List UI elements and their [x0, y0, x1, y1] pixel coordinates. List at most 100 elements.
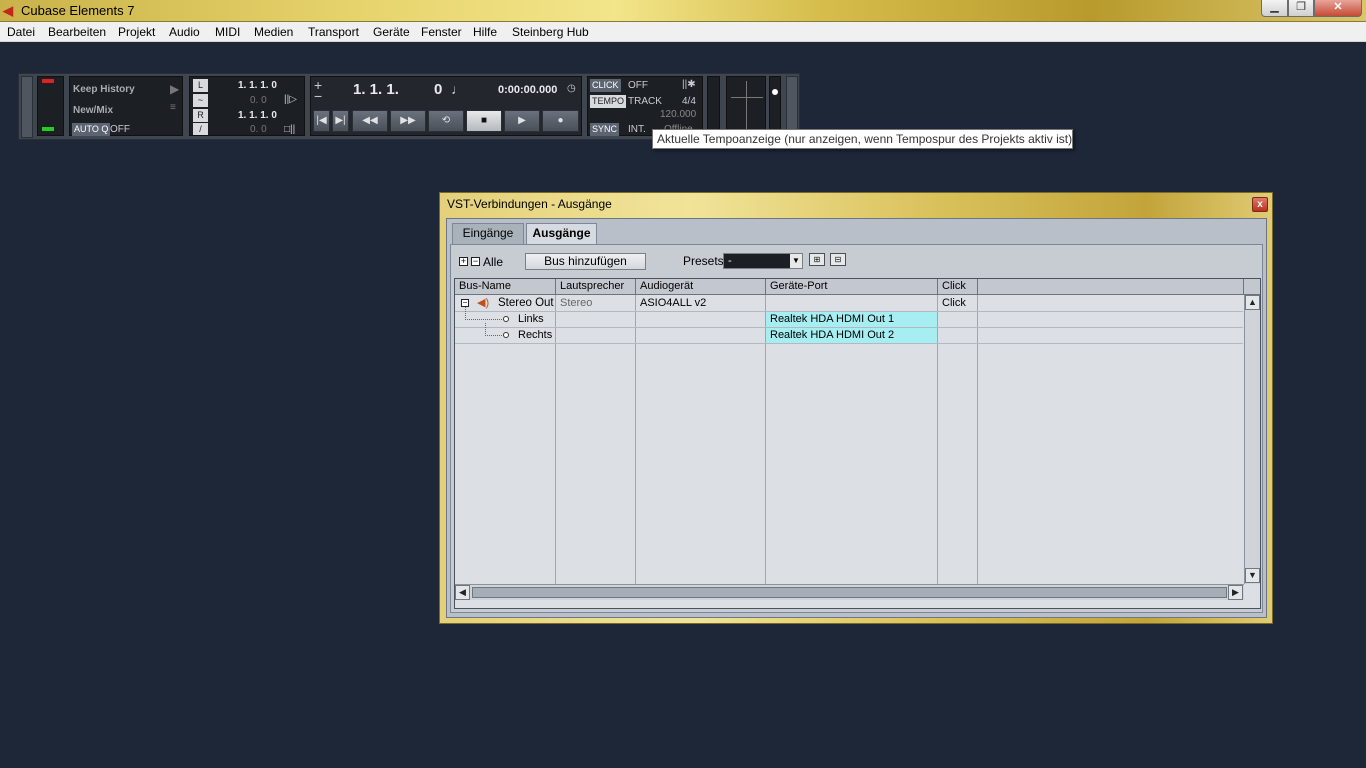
tab-ausgaenge[interactable]: Ausgänge [526, 223, 597, 244]
all-label: Alle [483, 255, 504, 269]
scroll-down-icon[interactable]: ▼ [1245, 568, 1260, 583]
table-row-rechts[interactable]: Rechts Realtek HDA HDMI Out 2 [455, 323, 1243, 344]
jog-display[interactable] [726, 76, 766, 136]
tab-panel-ausgaenge: + − Alle Bus hinzufügen Presets - ▼ ⊞ ⊟ … [450, 244, 1263, 613]
jog-crosshair-horizontal [731, 97, 763, 98]
expand-all-icon[interactable]: + [459, 257, 468, 266]
click-cell[interactable]: Click [938, 296, 977, 311]
channel-name-cell[interactable]: Rechts [514, 328, 556, 343]
tree-connector [485, 323, 502, 336]
chevron-down-icon[interactable]: ▼ [790, 254, 802, 268]
port-cell[interactable]: Realtek HDA HDMI Out 2 [766, 328, 937, 343]
collapse-all-icon[interactable]: − [471, 257, 480, 266]
presets-select[interactable]: - ▼ [723, 253, 803, 269]
tab-eingaenge[interactable]: Eingänge [452, 223, 524, 244]
tempo-label[interactable]: TEMPO [590, 95, 627, 108]
position-ticks[interactable]: 0 [434, 81, 442, 98]
new-mix-label[interactable]: New/Mix [73, 105, 113, 116]
note-icon[interactable]: ♩ [451, 81, 465, 97]
keep-history-label[interactable]: Keep History [73, 84, 135, 95]
level-meter [37, 76, 64, 136]
port-cell[interactable] [766, 296, 937, 311]
cycle-button[interactable]: ⟲ [428, 110, 464, 132]
minimize-button[interactable]: ▁ [1261, 0, 1288, 17]
bus-name-cell[interactable]: Stereo Out [494, 296, 556, 311]
post-roll-icon[interactable]: □|| [284, 124, 295, 135]
speaker-cell [556, 312, 635, 327]
column-click[interactable]: Click [938, 279, 978, 295]
auto-q-value: OFF [110, 124, 130, 135]
column-geraete-port[interactable]: Geräte-Port [766, 279, 938, 295]
sync-label[interactable]: SYNC [590, 123, 620, 136]
click-label[interactable]: CLICK [590, 79, 621, 92]
nudge-minus[interactable]: − [314, 88, 322, 104]
menu-transport[interactable]: Transport [308, 25, 359, 39]
go-to-start-button[interactable]: |◀ [313, 110, 330, 132]
column-empty [978, 279, 1244, 295]
save-preset-icon[interactable]: ⊞ [809, 253, 825, 266]
left-locator-value[interactable]: 1. 1. 1. 0 [238, 80, 277, 91]
click-settings-icon[interactable]: ||✱ [682, 79, 696, 90]
tempo-mode: TRACK [628, 96, 662, 107]
left-locator-icon[interactable]: L [193, 79, 208, 92]
column-lautsprecher[interactable]: Lautsprecher [556, 279, 636, 295]
column-bus-name[interactable]: Bus-Name [455, 279, 556, 295]
scroll-right-icon[interactable]: ▶ [1228, 585, 1243, 600]
fast-forward-button[interactable]: ▶▶ [390, 110, 426, 132]
menu-datei[interactable]: Datei [7, 25, 35, 39]
menu-steinberg-hub[interactable]: Steinberg Hub [512, 25, 589, 39]
play-small-icon: ▶ [170, 82, 180, 96]
punch-in-icon[interactable]: ~ [193, 94, 208, 107]
rewind-button[interactable]: ◀◀ [352, 110, 388, 132]
table-row-links[interactable]: Links Realtek HDA HDMI Out 1 [455, 307, 1243, 328]
click-cell [938, 312, 977, 327]
menu-hilfe[interactable]: Hilfe [473, 25, 497, 39]
maximize-button[interactable]: ❐ [1288, 0, 1314, 17]
device-cell[interactable]: ASIO4ALL v2 [636, 296, 765, 311]
pre-roll-icon[interactable]: ||▷ [284, 94, 297, 105]
presets-value: - [728, 255, 732, 267]
table-row-stereo-out[interactable]: − ◀) Stereo Out Stereo ASIO4ALL v2 Click [455, 296, 1243, 312]
menu-midi[interactable]: MIDI [215, 25, 240, 39]
port-cell[interactable]: Realtek HDA HDMI Out 1 [766, 312, 937, 327]
collapse-bus-icon[interactable]: − [461, 299, 469, 307]
scroll-left-icon[interactable]: ◀ [455, 585, 470, 600]
position-time[interactable]: 0:00:00.000 [498, 84, 557, 96]
transport-left-scroll[interactable] [21, 76, 33, 138]
delete-preset-icon[interactable]: ⊟ [830, 253, 846, 266]
meter-level-indicator [42, 127, 54, 131]
record-button[interactable]: ● [542, 110, 579, 132]
menu-geraete[interactable]: Geräte [373, 25, 410, 39]
stop-button[interactable]: ■ [466, 110, 502, 132]
vertical-scrollbar[interactable]: ▲ ▼ [1244, 295, 1260, 584]
auto-q-label[interactable]: AUTO Q [72, 123, 111, 136]
menu-audio[interactable]: Audio [169, 25, 200, 39]
menu-fenster[interactable]: Fenster [421, 25, 462, 39]
port-connector-icon [503, 316, 509, 322]
master-volume-slider[interactable] [769, 76, 781, 136]
right-locator-icon[interactable]: R [193, 109, 208, 122]
menu-medien[interactable]: Medien [254, 25, 293, 39]
scroll-up-icon[interactable]: ▲ [1245, 295, 1260, 310]
sync-value: INT. [628, 124, 646, 135]
signature-value[interactable]: 4/4 [682, 96, 696, 107]
column-audiogeraet[interactable]: Audiogerät [636, 279, 766, 295]
menu-projekt[interactable]: Projekt [118, 25, 155, 39]
tempo-value[interactable]: 120.000 [660, 109, 696, 120]
position-bars[interactable]: 1. 1. 1. [353, 81, 399, 98]
channel-name-cell[interactable]: Links [514, 312, 556, 327]
add-bus-button[interactable]: Bus hinzufügen [525, 253, 646, 270]
play-button[interactable]: ▶ [504, 110, 540, 132]
slider-handle[interactable] [772, 89, 778, 95]
menu-bearbeiten[interactable]: Bearbeiten [48, 25, 106, 39]
punch-out-icon[interactable]: / [193, 123, 208, 135]
marker-strip [707, 76, 720, 136]
dialog-close-button[interactable]: x [1252, 197, 1268, 212]
close-button[interactable]: ✕ [1314, 0, 1362, 17]
horizontal-scrollbar[interactable]: ◀ ▶ [455, 584, 1244, 600]
clock-icon[interactable]: ◷ [567, 83, 576, 94]
title-bar: ◀ Cubase Elements 7 ▁ ❐ ✕ [0, 0, 1366, 22]
scrollbar-thumb[interactable] [472, 587, 1227, 598]
right-locator-value[interactable]: 1. 1. 1. 0 [238, 110, 277, 121]
go-to-end-button[interactable]: ▶| [332, 110, 349, 132]
